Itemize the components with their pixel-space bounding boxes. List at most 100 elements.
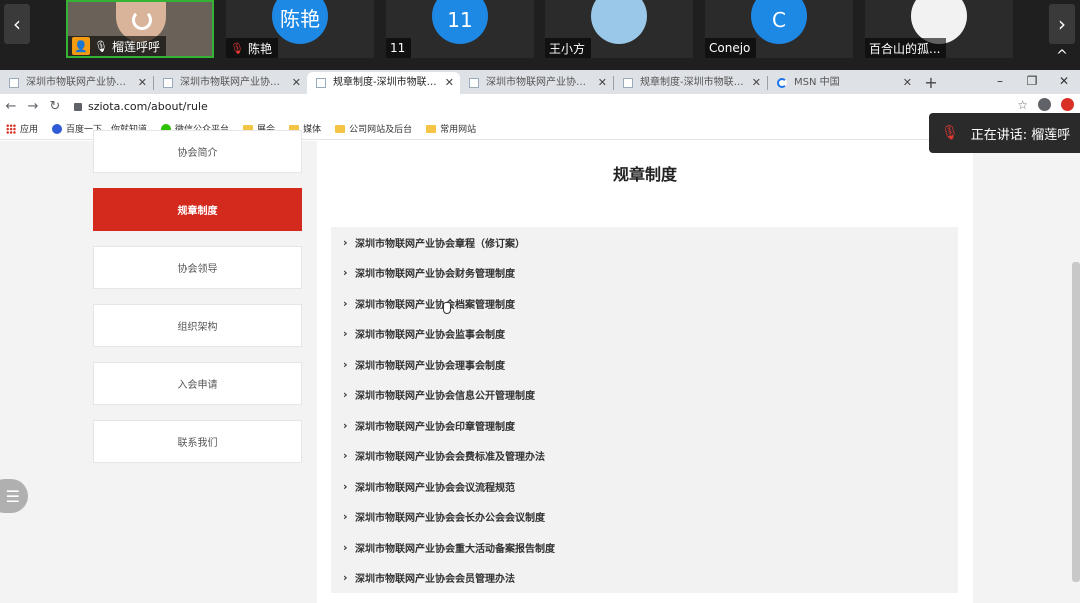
- browser-tab[interactable]: MSN 中国 ✕: [768, 72, 918, 94]
- bookmark-folder[interactable]: 公司网站及后台: [335, 122, 412, 135]
- bookmark-folder[interactable]: 常用网站: [426, 122, 476, 135]
- bookmark-label: 公司网站及后台: [349, 125, 413, 135]
- participant-tile[interactable]: 11 11: [386, 0, 534, 58]
- close-tab-icon[interactable]: ✕: [903, 72, 912, 94]
- url-field[interactable]: sziota.com/about/rule: [74, 100, 208, 113]
- participant-name: 王小方: [549, 41, 586, 56]
- close-tab-icon[interactable]: ✕: [598, 72, 607, 94]
- person-icon: 👤: [72, 37, 90, 55]
- rule-item[interactable]: › 深圳市物联网产业协会档案管理制度: [331, 288, 958, 319]
- lock-icon: [74, 103, 82, 111]
- tab-title: 深圳市物联网产业协会-官方网站: [26, 77, 153, 88]
- sidebar-item-intro[interactable]: 协会简介: [93, 130, 302, 173]
- chevron-right-icon: ›: [343, 266, 348, 280]
- browser-tab[interactable]: 深圳市物联网产业协会-官方网站 ✕: [154, 72, 307, 94]
- new-tab-button[interactable]: +: [918, 72, 944, 94]
- loading-icon: [777, 78, 787, 88]
- participant-tile[interactable]: C Conejo: [705, 0, 853, 58]
- page-favicon-icon: [623, 78, 633, 88]
- rule-item[interactable]: › 深圳市物联网产业协会信息公开管理制度: [331, 380, 958, 411]
- sidebar-item-rules[interactable]: 规章制度: [93, 188, 302, 231]
- browser-tab[interactable]: 深圳市物联网产业协会-官方网站 ✕: [460, 72, 613, 94]
- participant-avatar: 11: [432, 0, 488, 44]
- sidebar-item-contact[interactable]: 联系我们: [93, 420, 302, 463]
- participant-label: 🎙 陈艳: [226, 38, 278, 58]
- update-icon[interactable]: [1061, 98, 1074, 111]
- page-favicon-icon: [316, 78, 326, 88]
- collapse-strip-icon[interactable]: ^: [1052, 48, 1072, 64]
- close-tab-icon[interactable]: ✕: [445, 72, 454, 94]
- mouse-cursor-icon: [443, 302, 451, 314]
- forward-arrow-icon[interactable]: →: [22, 99, 44, 114]
- participant-label: 11: [386, 38, 412, 58]
- rule-item[interactable]: › 深圳市物联网产业协会印章管理制度: [331, 410, 958, 441]
- chevron-right-icon: ›: [343, 510, 348, 524]
- participant-tile[interactable]: 👤 🎙 榴莲呼呼: [66, 0, 214, 58]
- speaking-indicator: 🎙 正在讲话: 榴莲呼: [929, 113, 1080, 153]
- browser-tab-active[interactable]: 规章制度-深圳市物联网产业协会 ✕: [307, 72, 460, 94]
- url-text: sziota.com/about/rule: [88, 99, 208, 113]
- rule-item[interactable]: › 深圳市物联网产业协会会费标准及管理办法: [331, 441, 958, 472]
- rule-item[interactable]: › 深圳市物联网产业协会财务管理制度: [331, 258, 958, 289]
- minimize-icon[interactable]: –: [984, 70, 1016, 94]
- chevron-right-icon: ›: [343, 418, 348, 432]
- sidebar-item-structure[interactable]: 组织架构: [93, 304, 302, 347]
- baidu-paw-icon: [52, 123, 63, 134]
- sidebar-item-leaders[interactable]: 协会领导: [93, 246, 302, 289]
- previous-participants-button[interactable]: ‹: [4, 4, 30, 44]
- browser-tab[interactable]: 深圳市物联网产业协会-官方网站 ✕: [0, 72, 153, 94]
- participant-name: 11: [390, 41, 406, 55]
- bookmark-label: 常用网站: [440, 125, 477, 135]
- participant-label: 王小方: [545, 38, 592, 58]
- rule-item[interactable]: › 深圳市物联网产业协会重大活动备案报告制度: [331, 532, 958, 563]
- bookmark-label: 媒体: [303, 125, 322, 135]
- bookmark-apps[interactable]: 应用: [6, 122, 38, 135]
- page-body: 协会简介 规章制度 协会领导 组织架构 入会申请 联系我们 规章制度 › 深圳市物…: [0, 130, 1080, 603]
- participant-label: 百合山的孤...: [865, 38, 947, 58]
- rule-item[interactable]: › 深圳市物联网产业协会章程（修订案）: [331, 227, 958, 258]
- apps-grid-icon: [6, 123, 16, 134]
- folder-icon: [335, 124, 346, 133]
- participant-avatar: C: [751, 0, 807, 44]
- browser-tab[interactable]: 规章制度-深圳市物联网产业协会 ✕: [614, 72, 767, 94]
- rule-item[interactable]: › 深圳市物联网产业协会监事会制度: [331, 319, 958, 350]
- close-tab-icon[interactable]: ✕: [292, 72, 301, 94]
- tab-title: 规章制度-深圳市物联网产业协会: [640, 77, 767, 88]
- page-favicon-icon: [9, 78, 19, 88]
- bookmark-star-icon[interactable]: ☆: [1017, 98, 1028, 112]
- tab-title: 规章制度-深圳市物联网产业协会: [333, 77, 460, 88]
- page-favicon-icon: [469, 78, 479, 88]
- rule-title: 深圳市物联网产业协会印章管理制度: [355, 421, 515, 433]
- sidebar-item-join[interactable]: 入会申请: [93, 362, 302, 405]
- restore-icon[interactable]: ❐: [1016, 70, 1048, 94]
- participant-tile[interactable]: 陈艳 🎙 陈艳: [226, 0, 374, 58]
- rule-item[interactable]: › 深圳市物联网产业协会会长办公会会议制度: [331, 502, 958, 533]
- microphone-muted-icon: 🎙: [230, 41, 244, 55]
- rule-item[interactable]: › 深圳市物联网产业协会理事会制度: [331, 349, 958, 380]
- participant-avatar: 陈艳: [272, 0, 328, 44]
- participant-name: 榴莲呼呼: [111, 39, 160, 54]
- rule-title: 深圳市物联网产业协会重大活动备案报告制度: [355, 543, 555, 555]
- page-scrollbar[interactable]: [1072, 262, 1080, 582]
- close-tab-icon[interactable]: ✕: [138, 72, 147, 94]
- tab-title: MSN 中国: [794, 77, 840, 88]
- close-tab-icon[interactable]: ✕: [752, 72, 761, 94]
- rule-title: 深圳市物联网产业协会章程（修订案）: [355, 238, 525, 250]
- toolbar-actions: ☆: [1017, 98, 1074, 112]
- participant-tile[interactable]: 王小方: [545, 0, 693, 58]
- rules-list: › 深圳市物联网产业协会章程（修订案） › 深圳市物联网产业协会财务管理制度 › 深圳…: [331, 227, 958, 593]
- close-window-icon[interactable]: ✕: [1048, 70, 1080, 94]
- back-arrow-icon[interactable]: ←: [0, 99, 22, 114]
- chevron-right-icon: ›: [343, 540, 348, 554]
- rule-item[interactable]: › 深圳市物联网产业协会会员管理办法: [331, 563, 958, 594]
- participant-tile[interactable]: 百合山的孤...: [865, 0, 1013, 58]
- reload-icon[interactable]: ↻: [44, 99, 66, 114]
- next-participants-button[interactable]: ›: [1049, 4, 1075, 44]
- profile-icon[interactable]: [1038, 98, 1051, 111]
- rule-title: 深圳市物联网产业协会会议流程规范: [355, 482, 515, 494]
- chevron-right-icon: ›: [343, 388, 348, 402]
- rule-title: 深圳市物联网产业协会信息公开管理制度: [355, 391, 535, 403]
- rule-item[interactable]: › 深圳市物联网产业协会会议流程规范: [331, 471, 958, 502]
- bookmark-label: 应用: [20, 125, 39, 135]
- browser-tab-bar: 深圳市物联网产业协会-官方网站 ✕ 深圳市物联网产业协会-官方网站 ✕ 规章制度…: [0, 70, 1080, 94]
